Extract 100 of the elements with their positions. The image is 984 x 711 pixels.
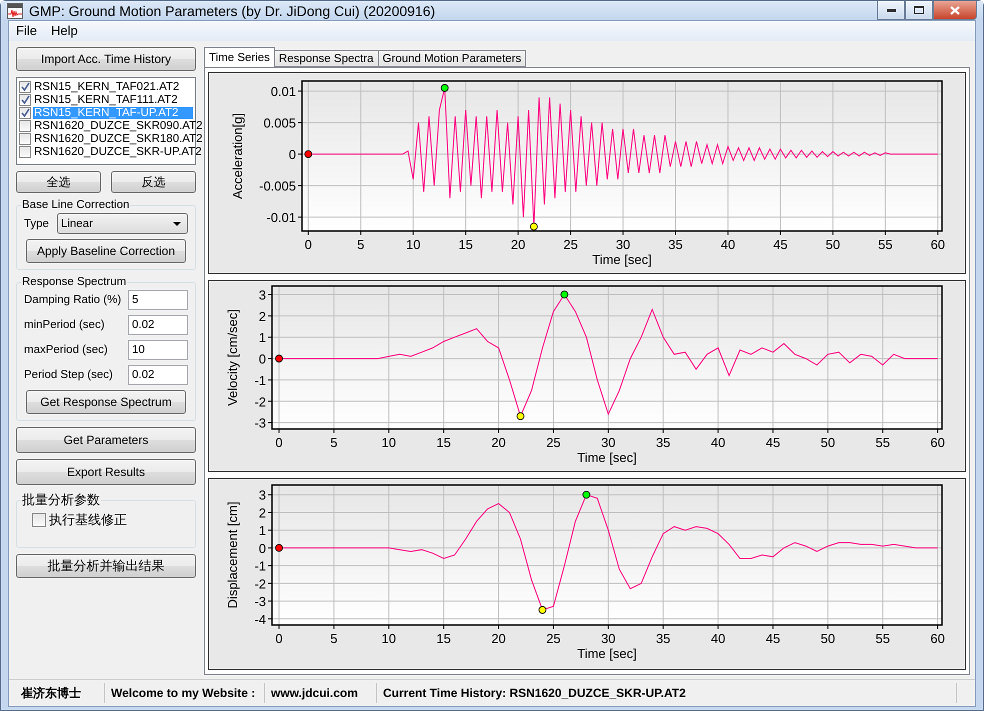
x-tick-label: 55: [876, 631, 890, 646]
batch-button[interactable]: 批量分析并输出结果: [16, 554, 196, 578]
y-tick-label: 0.005: [263, 116, 296, 131]
x-tick-label: 60: [930, 237, 946, 252]
checkbox[interactable]: [19, 146, 31, 158]
y-tick-label: 2: [258, 505, 266, 520]
maximize-button[interactable]: [905, 1, 933, 20]
status-text: 崔济东博士: [9, 683, 105, 703]
input-field[interactable]: 5: [128, 290, 188, 310]
record-entry[interactable]: RSN1620_DUZCE_SKR180.AT2: [33, 132, 203, 144]
marker-dot: [530, 222, 538, 230]
x-tick-label: 50: [820, 631, 836, 646]
x-axis-title: Time [sec]: [577, 646, 637, 661]
x-tick-label: 10: [382, 435, 396, 450]
y-tick-label: 0: [258, 352, 266, 367]
checkbox[interactable]: [19, 120, 31, 132]
y-tick-label: -0.01: [266, 210, 296, 226]
y-axis-title: Displacement [cm]: [225, 502, 240, 608]
y-tick-label: 0.01: [270, 84, 296, 100]
x-tick-label: 45: [766, 435, 780, 450]
x-tick-label: 30: [616, 237, 630, 252]
window-title: GMP: Ground Motion Parameters (by Dr. JiDong Cui) (20200916): [29, 2, 436, 18]
record-entry[interactable]: RSN15_KERN_TAF021.AT2: [33, 80, 193, 92]
import-button[interactable]: Import Acc. Time History: [16, 47, 196, 71]
x-tick-label: 35: [656, 631, 670, 646]
x-tick-label: 50: [826, 237, 840, 252]
action-button[interactable]: Export Results: [16, 459, 196, 485]
x-tick-label: 20: [491, 435, 506, 450]
minimize-button[interactable]: [877, 1, 905, 20]
input-field[interactable]: 0.02: [128, 365, 188, 385]
y-tick-label: 0: [258, 540, 266, 556]
input-field[interactable]: 10: [128, 340, 188, 360]
record-entry[interactable]: RSN1620_DUZCE_SKR090.AT2: [33, 120, 203, 132]
y-tick-label: -3: [254, 416, 266, 431]
checkbox[interactable]: [19, 132, 31, 144]
status-text: Current Time History: RSN1620_DUZCE_SKR-UP.AT2: [377, 683, 957, 703]
y-tick-label: 2: [258, 308, 266, 324]
x-axis-title: Time [sec]: [592, 252, 652, 267]
menu-item[interactable]: Help: [44, 21, 85, 41]
marker-dot: [440, 84, 449, 92]
record-entry[interactable]: RSN1620_DUZCE_SKR-UP.AT2: [33, 146, 202, 158]
x-tick-label: 40: [710, 631, 726, 646]
group-title: 批量分析参数: [21, 491, 101, 509]
checkbox[interactable]: [19, 106, 31, 118]
action-button[interactable]: Get Parameters: [16, 427, 196, 453]
y-tick-label: -3: [254, 594, 266, 610]
y-tick-label: -4: [254, 612, 266, 627]
checkbox-label: 执行基线修正: [49, 511, 127, 529]
select-button[interactable]: 全选: [16, 171, 101, 193]
x-tick-label: 5: [330, 631, 338, 646]
x-tick-label: 15: [436, 435, 451, 450]
marker-dot: [304, 150, 312, 158]
x-tick-label: 25: [546, 631, 561, 646]
x-tick-label: 35: [656, 435, 670, 450]
marker-dot: [516, 412, 524, 420]
group-title: Response Spectrum: [21, 276, 128, 288]
tab[interactable]: Time Series: [204, 47, 275, 67]
close-button[interactable]: [933, 1, 977, 20]
marker-dot: [560, 290, 568, 298]
select-button[interactable]: 反选: [111, 171, 196, 193]
x-axis-title: Time [sec]: [577, 450, 637, 465]
apply-baseline-button[interactable]: Apply Baseline Correction: [26, 239, 186, 263]
x-tick-label: 5: [330, 435, 338, 450]
type-dropdown[interactable]: Linear: [56, 213, 188, 234]
x-tick-label: 55: [876, 435, 890, 450]
marker-dot: [275, 354, 283, 362]
field-label: maxPeriod (sec): [24, 344, 108, 356]
input-field[interactable]: 0.02: [128, 315, 188, 335]
record-entry[interactable]: RSN15_KERN_TAF111.AT2: [33, 94, 193, 106]
x-tick-label: 5: [357, 237, 364, 252]
x-tick-label: 25: [563, 237, 578, 252]
x-tick-label: 40: [710, 435, 726, 450]
maximize-icon: [914, 6, 924, 14]
type-label: Type: [24, 218, 49, 230]
x-tick-label: 10: [382, 631, 396, 646]
marker-dot: [275, 544, 283, 552]
x-tick-label: 20: [491, 631, 506, 646]
marker-dot: [582, 490, 590, 499]
tab[interactable]: Response Spectra: [274, 50, 379, 67]
close-icon: [950, 6, 960, 14]
y-axis-title: Acceleration[g]: [230, 113, 245, 199]
group-title: Base Line Correction: [21, 199, 130, 211]
x-tick-label: 10: [406, 237, 420, 252]
checkbox[interactable]: [32, 513, 46, 527]
x-tick-label: 55: [878, 237, 893, 252]
menu-item[interactable]: File: [9, 21, 44, 41]
field-label: Damping Ratio (%): [24, 294, 122, 306]
y-tick-label: -1: [254, 558, 266, 574]
y-tick-label: -0.005: [259, 178, 296, 194]
spectrum-button[interactable]: Get Response Spectrum: [26, 390, 186, 414]
x-tick-label: 30: [601, 435, 616, 450]
y-axis-title: Velocity [cm/sec]: [225, 309, 240, 406]
caret-icon: [173, 222, 181, 226]
x-tick-label: 45: [766, 631, 780, 646]
checkbox[interactable]: [19, 80, 31, 92]
field-label: Period Step (sec): [24, 369, 113, 381]
checkbox[interactable]: [19, 94, 31, 106]
tab[interactable]: Ground Motion Parameters: [378, 50, 526, 67]
y-tick-label: -2: [254, 394, 266, 410]
minimize-icon: [886, 8, 896, 12]
